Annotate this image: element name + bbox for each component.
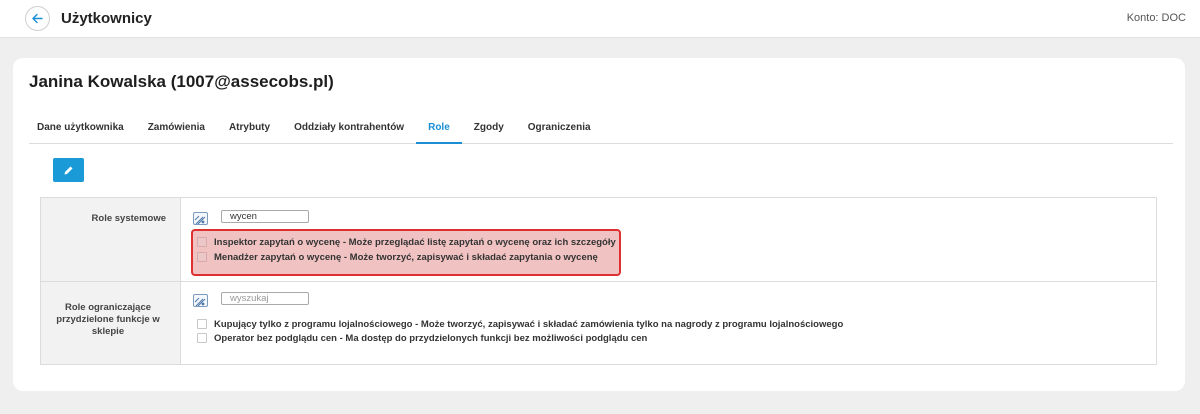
role-row[interactable]: Menadżer zapytań o wycenę - Może tworzyć… — [197, 250, 598, 264]
role-checkbox[interactable] — [197, 333, 207, 343]
user-name-title: Janina Kowalska (1007@assecobs.pl) — [29, 72, 334, 91]
section-label-cell: Role ograniczające przydzielone funkcje … — [41, 282, 181, 364]
role-label: Menadżer zapytań o wycenę - Może tworzyć… — [214, 251, 598, 263]
section-label-cell: Role systemowe — [41, 198, 181, 281]
filter-toggle-icon[interactable] — [193, 212, 208, 225]
tab-customer-branches[interactable]: Oddziały kontrahentów — [282, 119, 416, 144]
tab-consents[interactable]: Zgody — [462, 119, 516, 144]
account-label: Konto: DOC — [1126, 12, 1186, 24]
edit-button[interactable] — [53, 158, 84, 182]
system-roles-section: Role systemowe Inspektor zapytań o wycen… — [41, 198, 1156, 282]
roles-table: Role systemowe Inspektor zapytań o wycen… — [40, 197, 1157, 365]
limiting-roles-search-input[interactable] — [221, 292, 309, 305]
role-row[interactable]: Inspektor zapytań o wycenę - Może przegl… — [197, 235, 616, 249]
role-checkbox[interactable] — [197, 252, 207, 262]
tab-restrictions[interactable]: Ograniczenia — [516, 119, 603, 144]
role-checkbox[interactable] — [197, 319, 207, 329]
page-title: Użytkownicy — [61, 10, 152, 27]
role-row[interactable]: Kupujący tylko z programu lojalnościoweg… — [197, 317, 843, 331]
system-roles-search-input[interactable] — [221, 210, 309, 223]
tab-user-data[interactable]: Dane użytkownika — [29, 119, 136, 144]
role-label: Operator bez podglądu cen - Ma dostęp do… — [214, 332, 648, 344]
pencil-icon — [64, 166, 73, 175]
tab-orders[interactable]: Zamówienia — [136, 119, 217, 144]
tab-bar: Dane użytkownika Zamówienia Atrybuty Odd… — [29, 119, 1173, 144]
back-button[interactable] — [25, 6, 50, 31]
user-card: Janina Kowalska (1007@assecobs.pl) Dane … — [13, 58, 1185, 391]
role-row[interactable]: Operator bez podglądu cen - Ma dostęp do… — [197, 331, 647, 345]
limiting-roles-section: Role ograniczające przydzielone funkcje … — [41, 282, 1156, 364]
role-checkbox[interactable] — [197, 237, 207, 247]
role-label: Inspektor zapytań o wycenę - Może przegl… — [214, 236, 616, 248]
filter-toggle-icon[interactable] — [193, 294, 208, 307]
top-bar: Użytkownicy Konto: DOC — [0, 0, 1200, 38]
role-label: Kupujący tylko z programu lojalnościoweg… — [214, 318, 844, 330]
tab-attributes[interactable]: Atrybuty — [217, 119, 282, 144]
system-roles-label: Role systemowe — [91, 213, 166, 224]
arrow-left-icon — [32, 13, 43, 24]
tab-roles[interactable]: Role — [416, 119, 462, 144]
limiting-roles-label: Role ograniczające przydzielone funkcje … — [56, 302, 160, 337]
